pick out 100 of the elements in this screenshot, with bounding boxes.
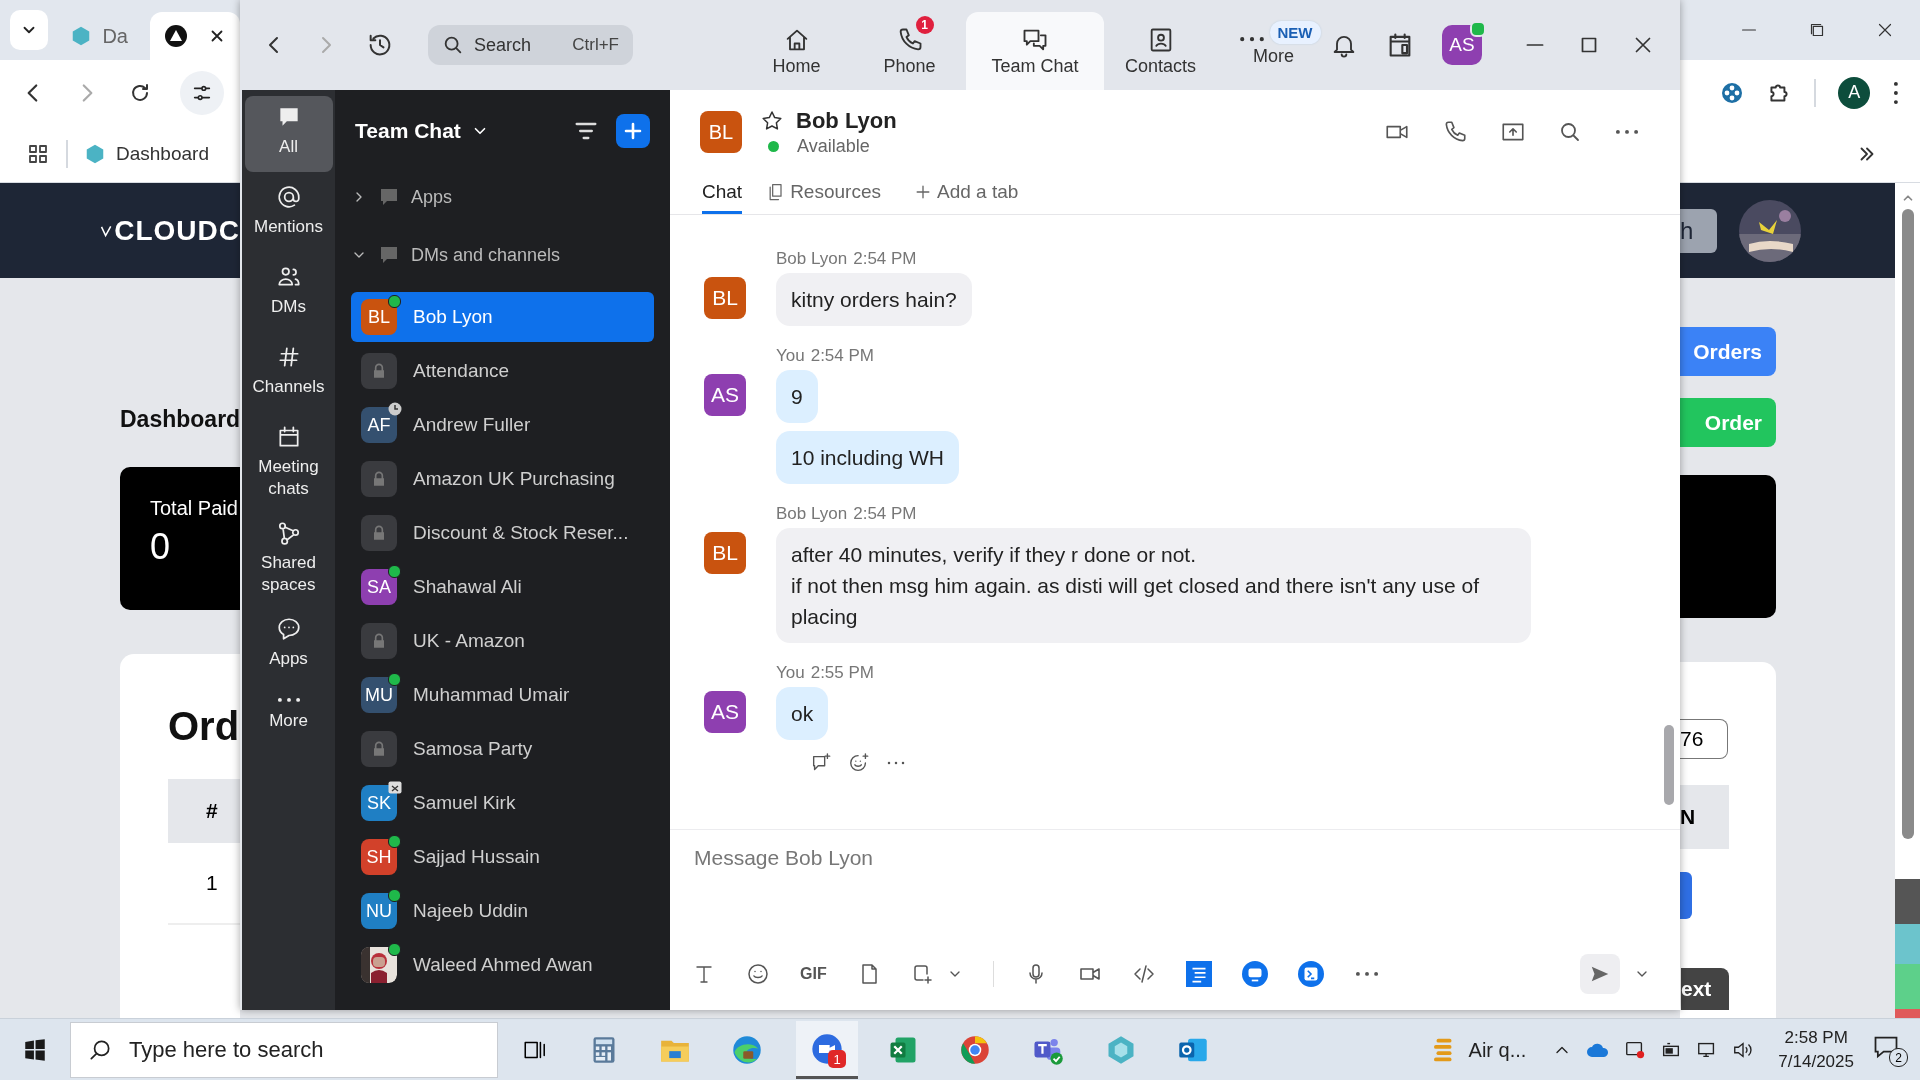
row-action-button[interactable] xyxy=(1680,872,1692,919)
chat-tab[interactable]: Resources xyxy=(766,181,881,214)
chat-list-item[interactable]: MU Muhammad Umair xyxy=(351,670,654,720)
nav-tab[interactable]: Home xyxy=(740,12,853,90)
menu-icon[interactable] xyxy=(1892,79,1900,106)
chat-list-item[interactable]: UK - Amazon xyxy=(351,616,654,666)
taskbar-search-field[interactable]: Type here to search xyxy=(70,1022,498,1078)
count-badge: 1 xyxy=(915,15,934,34)
scrollbar-thumb[interactable] xyxy=(1901,209,1914,839)
profile-avatar[interactable]: A xyxy=(1838,76,1871,109)
chat-list-item[interactable]: NU Najeeb Uddin xyxy=(351,886,654,936)
message-input[interactable]: Message Bob Lyon xyxy=(670,830,1680,918)
windows-logo-icon[interactable] xyxy=(22,1037,48,1063)
nav-tab[interactable]: 1 Phone xyxy=(853,12,966,90)
action-button[interactable]: Orders xyxy=(1680,327,1776,376)
section-header[interactable]: Apps xyxy=(335,168,670,226)
wave-circle-icon[interactable] xyxy=(732,1035,762,1065)
rail-item[interactable]: All xyxy=(244,96,333,172)
ring-circle-icon[interactable] xyxy=(960,1035,990,1065)
rail-item[interactable]: More xyxy=(244,688,333,764)
section-label: DMs and channels xyxy=(411,244,561,266)
at-sign-icon xyxy=(275,184,302,210)
page-title: Dashboard xyxy=(120,406,240,433)
section-header[interactable]: DMs and channels xyxy=(335,226,670,284)
contact-name: Bob Lyon xyxy=(796,107,897,134)
message-time: 2:54 PM xyxy=(810,346,874,366)
nav-tab[interactable]: Contacts xyxy=(1104,12,1217,90)
chat-list-item[interactable]: Samosa Party xyxy=(351,724,654,774)
list-app-icon[interactable] xyxy=(1185,961,1212,987)
new-badge: NEW xyxy=(1269,21,1321,45)
rail-item[interactable]: Channels xyxy=(244,336,333,412)
rail-item[interactable]: Apps xyxy=(244,608,333,684)
clock-date[interactable]: 7/14/2025 xyxy=(1778,1052,1854,1072)
chat-list-item[interactable]: Discount & Stock Reser... xyxy=(351,508,654,558)
browser-tab[interactable]: Da xyxy=(56,12,142,60)
weather-text: Air q... xyxy=(1468,1038,1527,1062)
notifications-button[interactable]: 2 xyxy=(1872,1033,1908,1067)
more-icon[interactable] xyxy=(1353,970,1380,978)
rail-item[interactable]: Shared spaces xyxy=(244,512,333,604)
panel-title[interactable]: Team Chat xyxy=(355,119,489,143)
message-bubble: ok xyxy=(776,687,829,740)
avatar: SH xyxy=(361,839,397,875)
bookmark[interactable]: Dashboard xyxy=(84,142,209,165)
chat-list-item[interactable]: BL Bob Lyon xyxy=(351,292,654,342)
terminal-app-icon[interactable] xyxy=(1297,961,1324,987)
clock-time[interactable]: 2:58 PM xyxy=(1784,1028,1848,1048)
rail-item[interactable]: Meeting chats xyxy=(244,416,333,508)
search-field[interactable]: Search Ctrl+F xyxy=(428,25,633,65)
message-bubble: 10 including WH xyxy=(776,431,959,484)
rail-item[interactable]: Mentions xyxy=(244,176,333,252)
sender-name: Bob Lyon xyxy=(776,504,848,524)
spreadsheet-icon[interactable] xyxy=(888,1035,918,1065)
code-icon[interactable] xyxy=(1131,962,1156,986)
stat-value: 0 xyxy=(150,526,172,568)
more-icon[interactable] xyxy=(1614,128,1640,136)
chat-tab[interactable]: Chat xyxy=(702,181,743,214)
chat-list-item[interactable]: SA Shahawal Ali xyxy=(351,562,654,612)
avatar: SA xyxy=(361,569,397,605)
search-icon[interactable] xyxy=(1558,120,1582,144)
search-icon xyxy=(87,1037,113,1063)
section-label: Apps xyxy=(411,186,453,208)
chat-list-item[interactable]: Amazon UK Purchasing xyxy=(351,454,654,504)
search-button[interactable]: h xyxy=(1680,208,1717,253)
send-button[interactable] xyxy=(1580,954,1620,994)
avatar: BL xyxy=(361,299,397,335)
speaker-icon[interactable] xyxy=(1732,1039,1755,1061)
nav-tab[interactable]: NEW More xyxy=(1217,12,1330,90)
sender-name: You xyxy=(776,663,805,683)
chat-list-item[interactable]: Attendance xyxy=(351,346,654,396)
calculator-icon[interactable] xyxy=(590,1036,618,1064)
message-bubble: kitny orders hain? xyxy=(776,273,972,326)
chat-list-item[interactable]: AF Andrew Fuller xyxy=(351,400,654,450)
tab-label: More xyxy=(1253,45,1294,67)
message-time: 2:54 PM xyxy=(853,249,917,269)
more-icon[interactable] xyxy=(886,760,906,766)
add-tab-button[interactable]: Add a tab xyxy=(912,181,1019,214)
star-icon[interactable] xyxy=(760,108,784,133)
nav-tab[interactable]: Team Chat xyxy=(966,12,1104,90)
message-app-icon[interactable] xyxy=(1241,961,1268,987)
chat-list-item[interactable]: Waleed Ahmed Awan xyxy=(351,940,654,990)
rail-item[interactable]: DMs xyxy=(244,256,333,332)
add-button[interactable] xyxy=(616,114,650,148)
message-time: 2:55 PM xyxy=(810,663,874,683)
chat-list-item[interactable]: SH Sajjad Hussain xyxy=(351,832,654,882)
extension-icon[interactable] xyxy=(1720,80,1745,105)
display-alert-icon[interactable] xyxy=(1624,1039,1647,1061)
dots-icon xyxy=(1237,35,1266,44)
add-reaction-icon[interactable] xyxy=(848,752,870,774)
weather-widget[interactable]: Air q... xyxy=(1428,1035,1527,1065)
chat-list-item[interactable]: SK Samuel Kirk xyxy=(351,778,654,828)
gif-button[interactable]: GIF xyxy=(800,965,827,983)
emoji-icon[interactable] xyxy=(746,962,770,986)
browser-tab[interactable] xyxy=(150,12,240,60)
taskbar-app-button[interactable]: 1 xyxy=(796,1021,858,1079)
scrollbar-thumb[interactable] xyxy=(1664,725,1674,805)
next-button[interactable]: ext xyxy=(1681,968,1729,1010)
message-bubble: after 40 minutes, verify if they r done or not. if not then msg him again. as disti will get closed and there isn't any use of placing xyxy=(776,528,1531,643)
cloud-icon[interactable] xyxy=(1586,1041,1611,1059)
site-settings-button[interactable] xyxy=(180,70,224,115)
tab-label: Home xyxy=(772,55,821,77)
